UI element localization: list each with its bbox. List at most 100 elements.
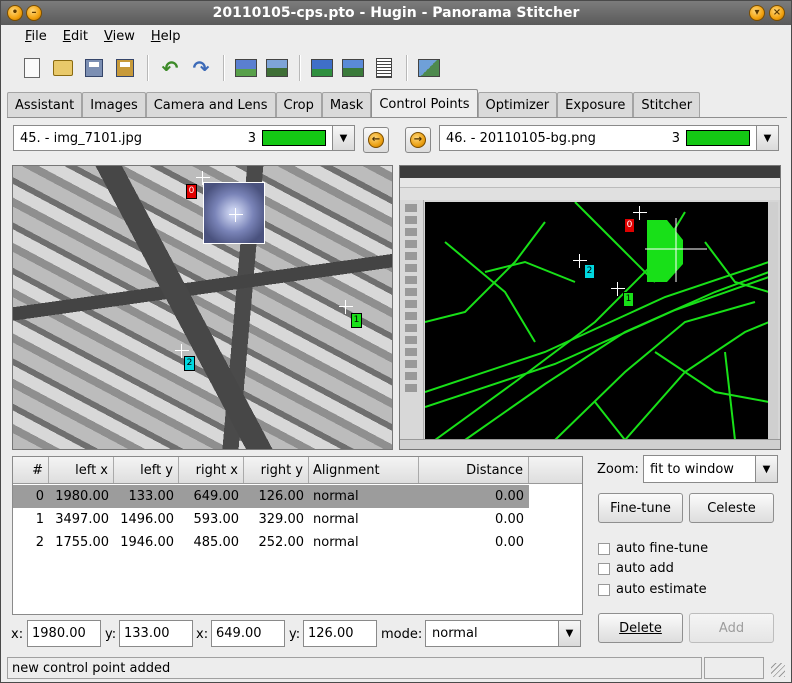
left-x-label: x: <box>11 627 24 642</box>
auto-fine-tune-checkbox[interactable]: auto fine-tune <box>598 541 708 556</box>
fast-preview-button[interactable] <box>307 53 337 83</box>
column-header-right-y[interactable]: right y <box>244 457 309 483</box>
minimize-icon[interactable]: ▾ <box>749 5 765 21</box>
image-list-button[interactable] <box>369 53 399 83</box>
column-header-right-x[interactable]: right x <box>179 457 244 483</box>
toolbar-separator <box>223 55 225 81</box>
redo-icon: ↷ <box>192 56 210 80</box>
add-images-button[interactable] <box>231 53 261 83</box>
preview-icon <box>342 59 364 77</box>
table-header: # left x left y right x right y Alignmen… <box>13 457 582 484</box>
control-point-marker[interactable]: 0 <box>624 218 635 233</box>
menu-help[interactable]: Help <box>143 29 189 44</box>
preview-button[interactable] <box>338 53 368 83</box>
undo-button[interactable]: ↶ <box>155 53 185 83</box>
status-bar: new control point added <box>7 657 787 679</box>
column-header-alignment[interactable]: Alignment <box>309 457 419 483</box>
menu-edit[interactable]: Edit <box>55 29 96 44</box>
fine-tune-button[interactable]: Fine-tune <box>598 493 683 523</box>
tab-control-points[interactable]: Control Points <box>371 89 478 118</box>
auto-estimate-label: auto estimate <box>616 582 707 597</box>
close-icon[interactable]: × <box>769 5 785 21</box>
celeste-button[interactable]: Celeste <box>689 493 774 523</box>
delete-button-label: Delete <box>619 620 662 636</box>
right-image-select[interactable]: 46. - 20110105-bg.png 3 ▼ <box>439 125 779 151</box>
embedded-scrollbar <box>768 202 778 440</box>
save-as-button[interactable] <box>110 53 140 83</box>
left-x-input[interactable]: 1980.00 <box>27 620 101 647</box>
chevron-down-icon[interactable]: ▼ <box>558 621 580 646</box>
add-button[interactable]: Add <box>689 613 774 643</box>
mode-select[interactable]: normal ▼ <box>425 620 581 647</box>
table-row[interactable]: 2 1755.00 1946.00 485.00 252.00 normal 0… <box>13 531 582 554</box>
tab-crop[interactable]: Crop <box>275 92 322 118</box>
checkbox-box[interactable] <box>598 562 610 575</box>
window-menu-icon[interactable]: • <box>7 5 23 21</box>
prev-image-button[interactable]: ← <box>363 127 389 153</box>
control-point-marker[interactable]: 2 <box>184 356 195 371</box>
optimize-button[interactable] <box>414 53 444 83</box>
add-images-icon <box>235 59 257 77</box>
column-header-distance[interactable]: Distance <box>419 457 529 483</box>
zoom-label: Zoom: <box>597 462 639 477</box>
menu-bar: File Edit View Help <box>1 25 791 47</box>
left-image-view[interactable]: 0 1 2 <box>12 165 393 450</box>
menu-file[interactable]: File <box>17 29 55 44</box>
crosshair-icon <box>573 254 587 268</box>
left-image-name: 45. - img_7101.jpg <box>20 130 142 146</box>
right-image-view[interactable]: 0 2 1 <box>399 165 781 450</box>
column-header-left-x[interactable]: left x <box>49 457 114 483</box>
right-x-input[interactable]: 649.00 <box>211 620 285 647</box>
next-image-button[interactable]: → <box>405 127 431 153</box>
add-time-series-button[interactable] <box>262 53 292 83</box>
tab-assistant[interactable]: Assistant <box>7 92 83 118</box>
tab-optimizer[interactable]: Optimizer <box>477 92 558 118</box>
chevron-down-icon[interactable]: ▼ <box>755 456 777 482</box>
chevron-down-icon[interactable]: ▼ <box>756 126 778 150</box>
gl-preview-icon <box>311 59 333 77</box>
delete-button[interactable]: Delete <box>598 613 683 643</box>
title-bar[interactable]: • – 20110105-cps.pto - Hugin - Panorama … <box>1 1 791 25</box>
control-point-marker[interactable]: 1 <box>351 313 362 328</box>
checkbox-box[interactable] <box>598 583 610 596</box>
arrow-right-icon: → <box>410 132 426 148</box>
checkbox-box[interactable] <box>598 542 610 555</box>
resize-grip-icon[interactable] <box>771 663 785 677</box>
folder-icon <box>53 60 73 76</box>
column-header-spacer <box>529 457 582 483</box>
table-row[interactable]: 1 3497.00 1496.00 593.00 329.00 normal 0… <box>13 508 582 531</box>
left-image-select[interactable]: 45. - img_7101.jpg 3 ▼ <box>13 125 355 151</box>
redo-button[interactable]: ↷ <box>186 53 216 83</box>
table-row[interactable]: 0 1980.00 133.00 649.00 126.00 normal 0.… <box>13 485 529 508</box>
open-project-button[interactable] <box>48 53 78 83</box>
auto-add-checkbox[interactable]: auto add <box>598 561 674 576</box>
tab-mask[interactable]: Mask <box>321 92 372 118</box>
embedded-titlebar <box>400 166 780 178</box>
tab-exposure[interactable]: Exposure <box>557 92 634 118</box>
app-window: • – 20110105-cps.pto - Hugin - Panorama … <box>0 0 792 683</box>
tab-images[interactable]: Images <box>82 92 146 118</box>
right-y-input[interactable]: 126.00 <box>303 620 377 647</box>
left-y-input[interactable]: 133.00 <box>119 620 193 647</box>
tab-stitcher[interactable]: Stitcher <box>633 92 701 118</box>
map-lines-graphic <box>424 201 770 441</box>
toolbar-separator <box>299 55 301 81</box>
crosshair-icon <box>229 208 243 222</box>
column-header-number[interactable]: # <box>13 457 49 483</box>
new-project-button[interactable] <box>17 53 47 83</box>
tab-camera-and-lens[interactable]: Camera and Lens <box>145 92 276 118</box>
undo-icon: ↶ <box>161 56 179 80</box>
window-shade-icon[interactable]: – <box>26 5 42 21</box>
chevron-down-icon[interactable]: ▼ <box>332 126 354 150</box>
toolbar: ↶ ↷ <box>1 49 791 87</box>
save-button[interactable] <box>79 53 109 83</box>
zoom-select[interactable]: fit to window ▼ <box>643 455 778 483</box>
menu-view[interactable]: View <box>96 29 143 44</box>
crosshair-icon <box>196 171 210 185</box>
auto-estimate-checkbox[interactable]: auto estimate <box>598 582 707 597</box>
auto-fine-tune-label: auto fine-tune <box>616 541 709 556</box>
right-image-count: 3 <box>671 130 680 146</box>
control-point-marker[interactable]: 0 <box>186 184 197 199</box>
column-header-left-y[interactable]: left y <box>114 457 179 483</box>
status-message: new control point added <box>7 657 702 679</box>
